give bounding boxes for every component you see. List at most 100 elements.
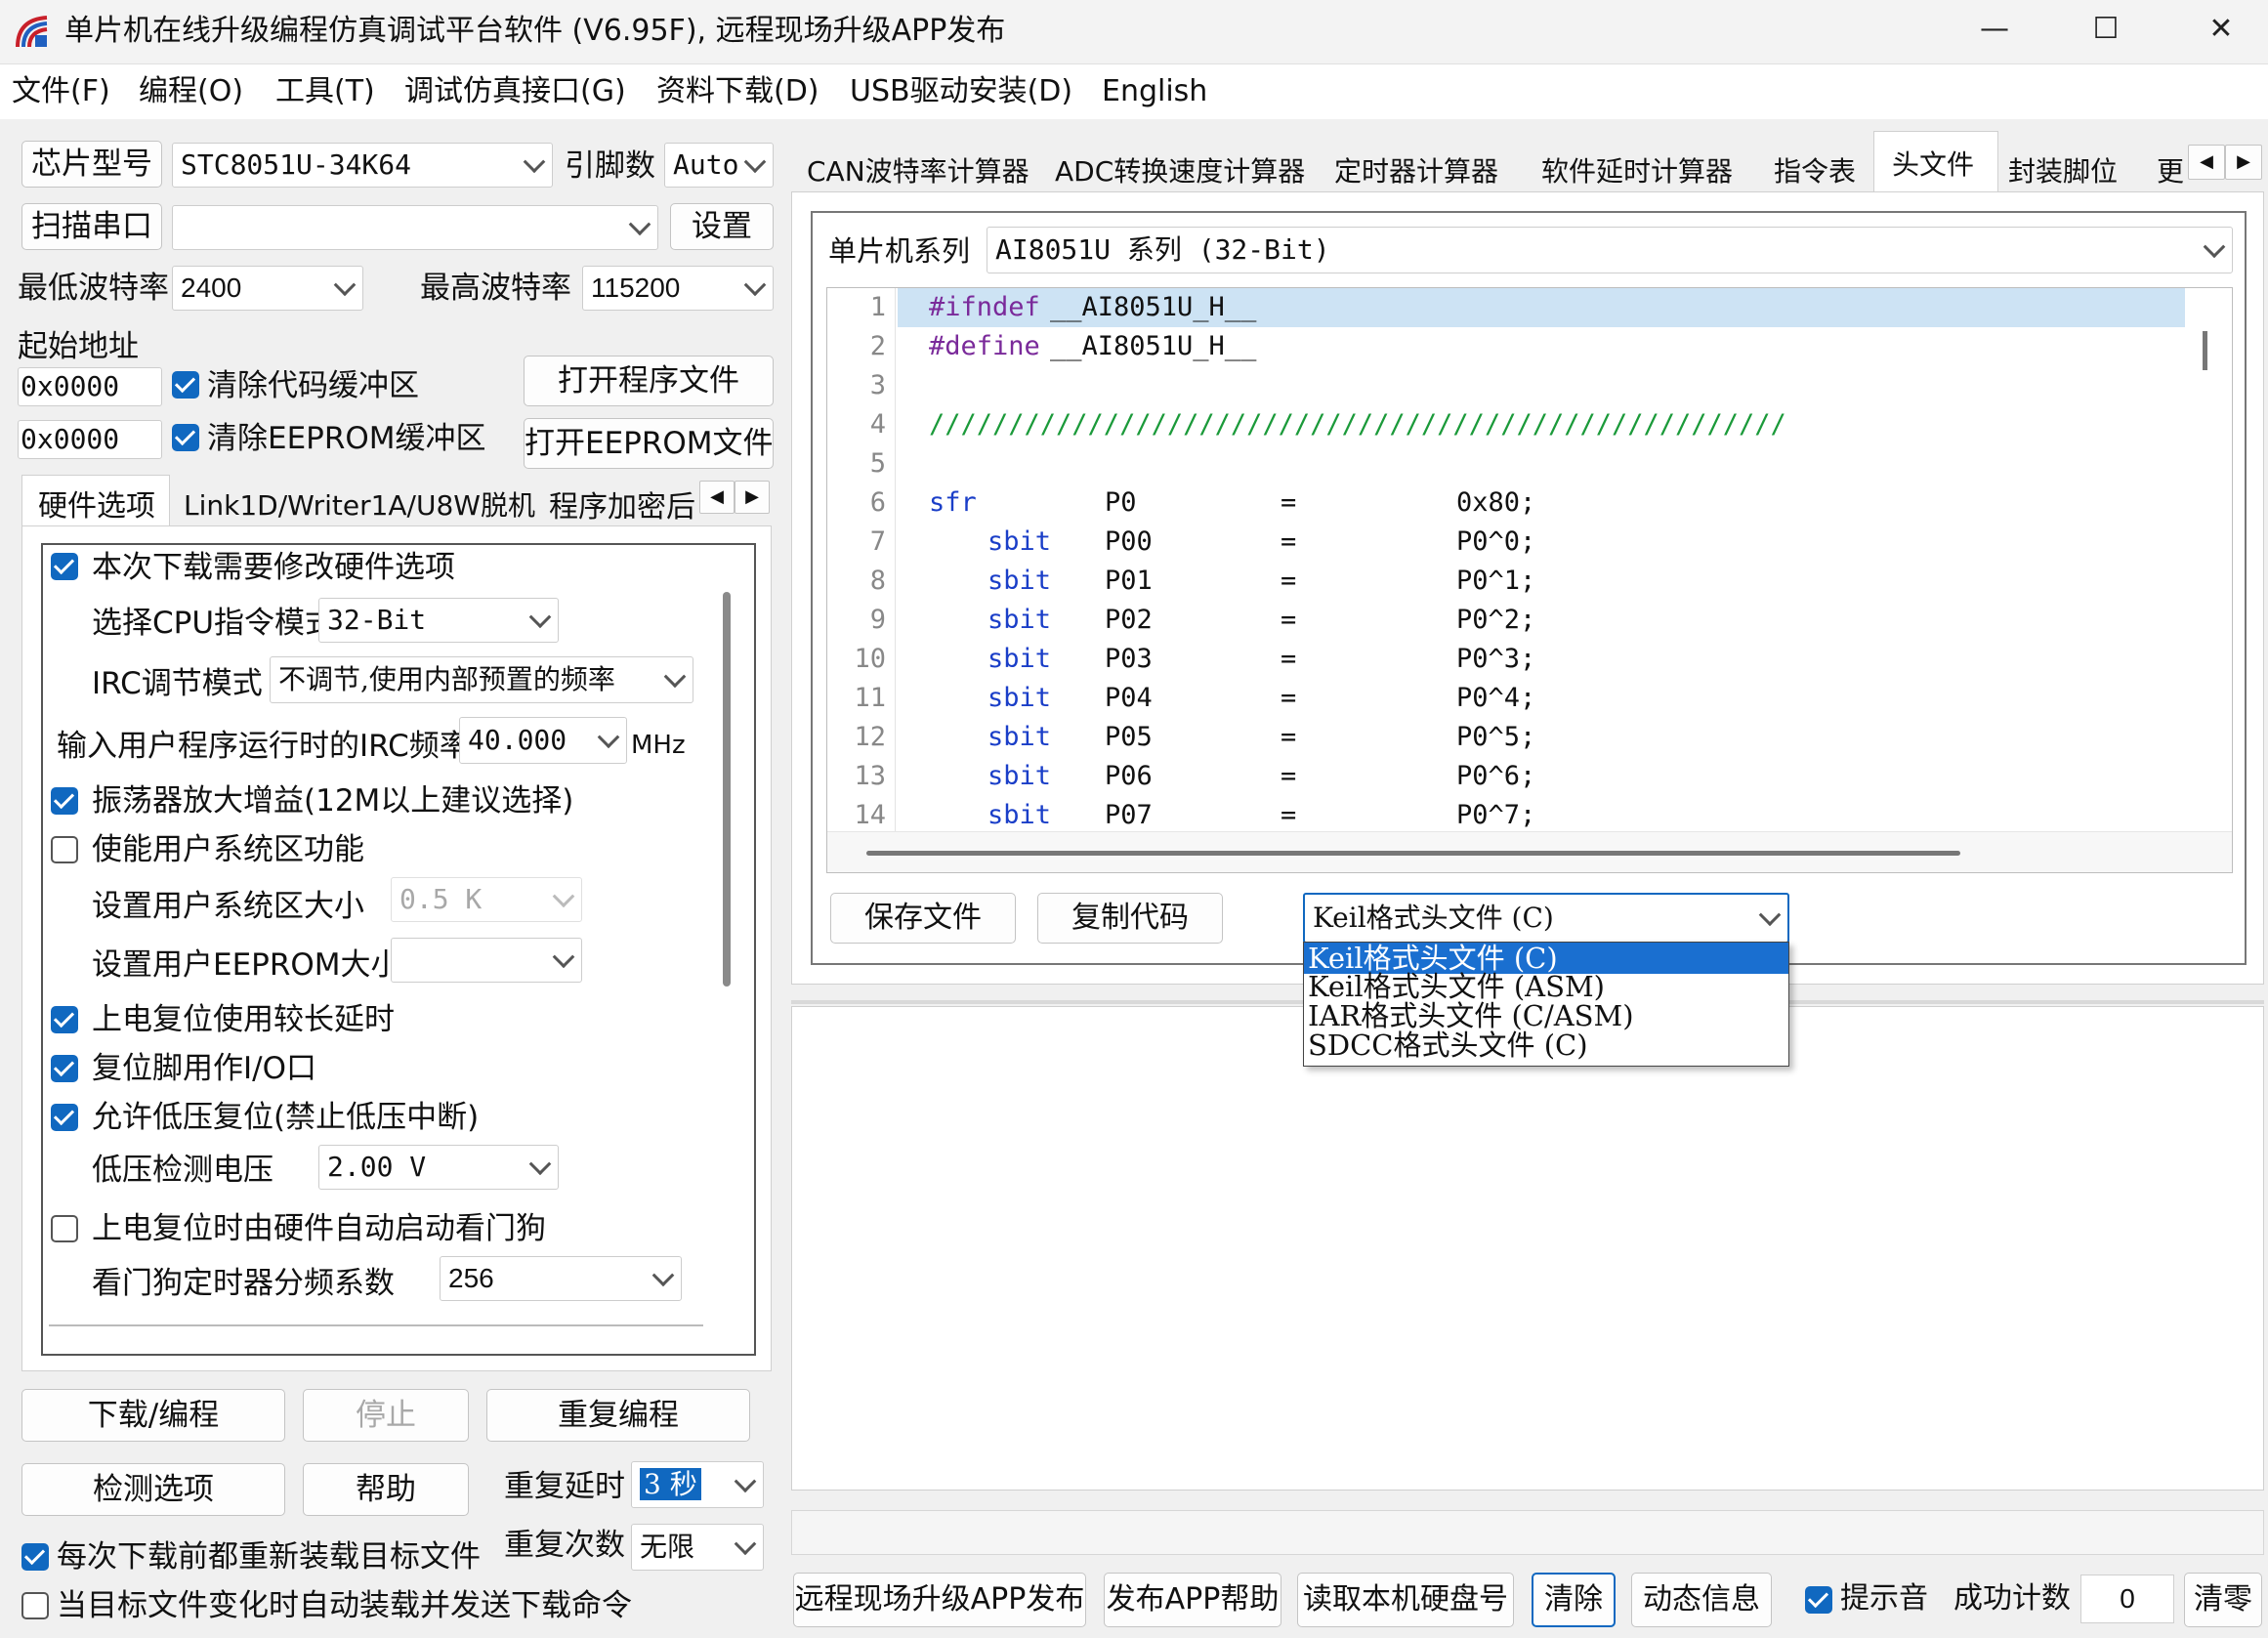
low-voltage-reset-checkbox[interactable] — [51, 1104, 78, 1131]
chip-model-button[interactable]: 芯片型号 — [21, 141, 162, 188]
tab-offline-writer[interactable]: Link1D/Writer1A/U8W脱机 — [184, 484, 535, 524]
osc-gain-checkbox[interactable] — [51, 787, 78, 815]
header-format-select[interactable]: Keil格式头文件 (C) — [1303, 893, 1789, 944]
tab-delay-calc[interactable]: 软件延时计算器 — [1541, 150, 1733, 189]
copy-code-button[interactable]: 复制代码 — [1037, 893, 1223, 944]
repeat-program-button[interactable]: 重复编程 — [486, 1389, 750, 1442]
eeprom-start-address-input[interactable]: 0x0000 — [18, 420, 162, 459]
tab-header-file[interactable]: 头文件 — [1873, 131, 1998, 191]
save-file-button[interactable]: 保存文件 — [830, 893, 1016, 944]
tab-package-pins[interactable]: 封装脚位 — [2008, 150, 2118, 189]
format-option-iar[interactable]: IAR格式头文件 (C/ASM) — [1304, 1001, 1788, 1030]
tool-tabs: CAN波特率计算器 ADC转换速度计算器 定时器计算器 软件延时计算器 指令表 … — [791, 131, 2264, 191]
open-eeprom-file-button[interactable]: 打开EEPROM文件 — [524, 418, 774, 469]
chevron-down-icon — [734, 1533, 757, 1556]
reset-pin-io-checkbox[interactable] — [51, 1055, 78, 1082]
dynamic-info-button[interactable]: 动态信息 — [1631, 1573, 1772, 1627]
auto-load-checkbox[interactable] — [21, 1592, 49, 1619]
code-identifier: P07 — [1105, 800, 1153, 830]
irc-freq-input[interactable]: 40.000 — [459, 717, 627, 764]
format-option-sdcc[interactable]: SDCC格式头文件 (C) — [1304, 1030, 1788, 1060]
code-keyword: sbit — [987, 800, 1052, 830]
modify-hw-checkbox[interactable] — [51, 553, 78, 580]
scan-port-button[interactable]: 扫描串口 — [21, 203, 162, 250]
tab-hardware-options[interactable]: 硬件选项 — [21, 475, 170, 527]
mcu-series-select[interactable]: AI8051U 系列 (32-Bit) — [987, 227, 2233, 273]
read-disk-id-button[interactable]: 读取本机硬盘号 — [1297, 1573, 1514, 1627]
user-system-area-checkbox[interactable] — [51, 836, 78, 863]
menu-debug-interface[interactable]: 调试仿真接口(G) — [404, 70, 626, 113]
chevron-down-icon — [528, 1153, 552, 1176]
publish-app-button[interactable]: 远程现场升级APP发布 — [793, 1573, 1086, 1627]
code-identifier: P00 — [1105, 526, 1153, 557]
maximize-button[interactable]: ☐ — [2077, 8, 2135, 51]
tab-scroll-right-icon[interactable]: ▶ — [2225, 145, 2262, 180]
open-program-file-button[interactable]: 打开程序文件 — [524, 356, 774, 406]
port-settings-button[interactable]: 设置 — [670, 203, 774, 250]
tab-can-baud-calc[interactable]: CAN波特率计算器 — [807, 150, 1029, 189]
code-operator: = — [1281, 761, 1297, 791]
chevron-down-icon — [628, 213, 651, 236]
reload-before-download-checkbox[interactable] — [21, 1543, 49, 1571]
repeat-count-label: 重复次数 — [504, 1528, 625, 1563]
eeprom-size-select[interactable]: 1 K — [391, 938, 582, 983]
long-reset-delay-checkbox[interactable] — [51, 1006, 78, 1033]
menu-tools[interactable]: 工具(T) — [275, 70, 375, 113]
code-start-address-input[interactable]: 0x0000 — [18, 367, 162, 406]
clear-eeprom-checkbox[interactable] — [172, 424, 199, 451]
tab-instruction-table[interactable]: 指令表 — [1774, 150, 1856, 189]
format-option-keil-asm[interactable]: Keil格式头文件 (ASM) — [1304, 972, 1788, 1001]
check-options-button[interactable]: 检测选项 — [21, 1463, 285, 1516]
clear-log-button[interactable]: 清除 — [1532, 1573, 1616, 1627]
code-operator: = — [1281, 605, 1297, 635]
beep-checkbox[interactable] — [1805, 1586, 1832, 1614]
pin-count-select[interactable]: Auto — [664, 143, 774, 188]
tab-scroll-right-icon[interactable]: ▶ — [735, 481, 770, 514]
stop-button[interactable]: 停止 — [303, 1389, 469, 1442]
code-identifier: P0 — [1105, 487, 1137, 518]
tab-more[interactable]: 更 — [2157, 150, 2184, 189]
app-help-button[interactable]: 发布APP帮助 — [1104, 1573, 1281, 1627]
output-log[interactable] — [791, 1006, 2264, 1491]
tab-scroll-left-icon[interactable]: ◀ — [699, 481, 735, 514]
code-editor[interactable]: 1 #ifndef __AI8051U_H__ 2 #define __AI8051U_H… — [826, 287, 2233, 873]
editor-vertical-scrollbar[interactable] — [2203, 331, 2207, 370]
line-number: 11 — [854, 683, 886, 713]
tab-scroll-left-icon[interactable]: ◀ — [2188, 145, 2225, 180]
code-identifier: P05 — [1105, 722, 1153, 752]
serial-port-select[interactable] — [172, 205, 658, 250]
close-button[interactable]: ✕ — [2192, 8, 2250, 51]
help-button[interactable]: 帮助 — [303, 1463, 469, 1516]
system-area-size-select[interactable]: 0.5 K — [391, 877, 582, 922]
minimize-button[interactable]: — — [1965, 8, 2024, 51]
watchdog-auto-checkbox[interactable] — [51, 1215, 78, 1242]
max-baud-select[interactable]: 115200 — [582, 266, 774, 311]
repeat-count-select[interactable]: 无限 — [631, 1524, 764, 1571]
repeat-delay-select[interactable]: 3 秒 — [631, 1461, 764, 1508]
tab-program-encryption[interactable]: 程序加密后 — [549, 483, 695, 525]
lvd-voltage-select[interactable]: 2.00 V — [318, 1145, 559, 1190]
options-scrollbar[interactable] — [723, 592, 731, 987]
editor-horizontal-scrollbar[interactable] — [866, 851, 1960, 856]
tab-timer-calc[interactable]: 定时器计算器 — [1334, 150, 1498, 189]
tab-adc-speed-calc[interactable]: ADC转换速度计算器 — [1055, 150, 1305, 189]
clear-code-checkbox[interactable] — [172, 371, 199, 399]
download-program-button[interactable]: 下载/编程 — [21, 1389, 285, 1442]
line-number: 5 — [869, 448, 886, 479]
menu-usb-driver[interactable]: USB驱动安装(D) — [850, 70, 1072, 113]
reset-count-button[interactable]: 清零 — [2184, 1573, 2262, 1627]
code-keyword: sbit — [987, 605, 1052, 635]
menu-english[interactable]: English — [1102, 70, 1207, 113]
line-number: 12 — [854, 722, 886, 752]
menu-program[interactable]: 编程(O) — [139, 70, 243, 113]
menu-file[interactable]: 文件(F) — [12, 70, 110, 113]
menu-downloads[interactable]: 资料下载(D) — [656, 70, 819, 113]
code-keyword: #ifndef — [929, 292, 1040, 322]
chip-model-select[interactable]: STC8051U-34K64 — [172, 143, 553, 188]
watchdog-divider-select[interactable]: 256 — [440, 1256, 682, 1301]
cpu-mode-select[interactable]: 32-Bit — [318, 598, 559, 643]
min-baud-select[interactable]: 2400 — [172, 266, 363, 311]
irc-mode-select[interactable]: 不调节,使用内部预置的频率 — [270, 656, 693, 703]
chevron-down-icon — [552, 945, 575, 969]
code-value: 0x80; — [1456, 487, 1536, 518]
